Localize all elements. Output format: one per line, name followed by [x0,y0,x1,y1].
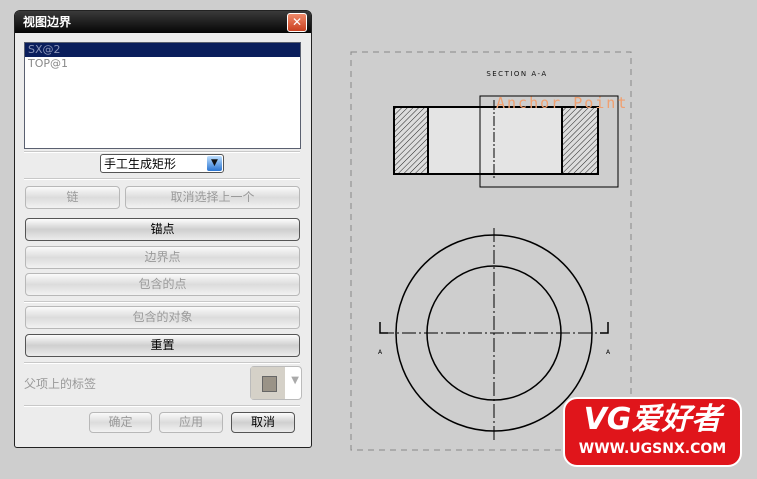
section-view[interactable] [393,100,599,180]
anchor-point-label: Anchor Point [496,94,628,112]
watermark-title: VG爱好者 [583,402,722,437]
watermark-url: WWW.UGSNX.COM [578,441,727,457]
section-title: SECTION A-A [486,70,547,78]
section-mark-left: A [378,349,383,356]
section-mark-right: A [606,349,611,356]
watermark-logo: VG爱好者 WWW.UGSNX.COM [563,397,742,467]
